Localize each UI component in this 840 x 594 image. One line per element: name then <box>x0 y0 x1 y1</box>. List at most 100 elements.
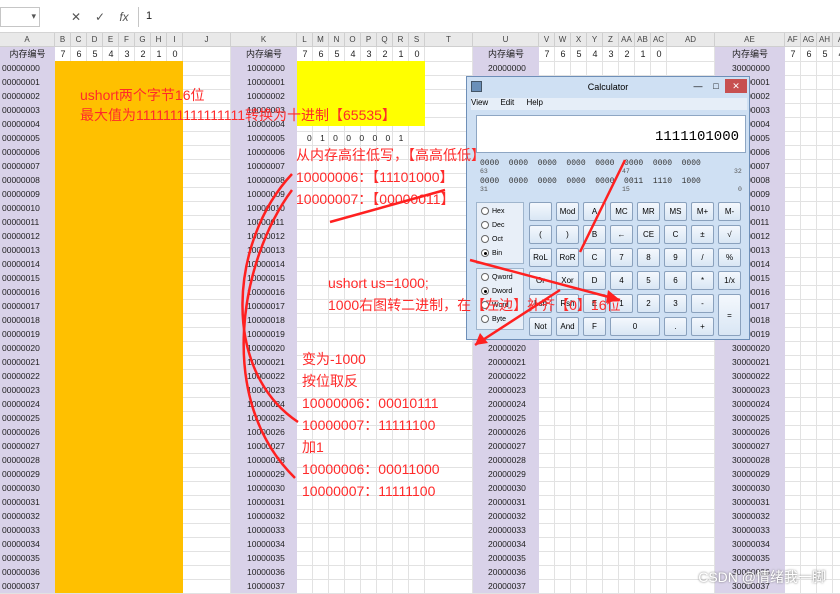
maximize-icon[interactable]: □ <box>707 79 725 93</box>
address-cell[interactable]: 10000000 <box>247 61 285 75</box>
column-header[interactable]: A <box>0 33 55 47</box>
address-cell[interactable]: 10000016 <box>247 285 285 299</box>
address-cell[interactable]: 10000037 <box>247 579 285 593</box>
address-cell[interactable]: 00000017 <box>2 299 40 313</box>
calc-key[interactable]: M- <box>718 202 741 221</box>
address-cell[interactable]: 20000036 <box>488 565 526 579</box>
address-cell[interactable]: 30000032 <box>732 509 770 523</box>
address-cell[interactable]: 00000025 <box>2 411 40 425</box>
calc-key[interactable]: 6 <box>664 271 687 290</box>
calc-key[interactable]: 2 <box>637 294 660 313</box>
address-cell[interactable]: 00000003 <box>2 103 40 117</box>
column-header[interactable]: I <box>167 33 183 47</box>
function-icon[interactable]: fx <box>112 10 136 24</box>
calc-key[interactable]: MC <box>610 202 633 221</box>
address-cell[interactable]: 00000018 <box>2 313 40 327</box>
column-header[interactable]: AE <box>715 33 785 47</box>
address-cell[interactable]: 00000030 <box>2 481 40 495</box>
address-cell[interactable]: 30000034 <box>732 537 770 551</box>
column-header[interactable]: AD <box>667 33 715 47</box>
address-cell[interactable]: 10000015 <box>247 271 285 285</box>
column-header[interactable]: S <box>409 33 425 47</box>
address-cell[interactable]: 00000020 <box>2 341 40 355</box>
calc-key[interactable]: C <box>664 225 687 244</box>
address-cell[interactable]: 00000005 <box>2 131 40 145</box>
address-cell[interactable]: 00000004 <box>2 117 40 131</box>
calc-key[interactable]: Xor <box>556 271 579 290</box>
address-cell[interactable]: 10000027 <box>247 439 285 453</box>
address-cell[interactable]: 10000009 <box>247 187 285 201</box>
address-cell[interactable]: 10000034 <box>247 537 285 551</box>
address-cell[interactable]: 10000007 <box>247 159 285 173</box>
calc-key[interactable]: ( <box>529 225 552 244</box>
address-cell[interactable]: 10000014 <box>247 257 285 271</box>
column-header[interactable]: K <box>231 33 297 47</box>
calc-key[interactable]: A <box>583 202 606 221</box>
address-cell[interactable]: 20000000 <box>488 61 526 75</box>
formula-input[interactable]: 1 <box>142 7 840 27</box>
address-cell[interactable]: 10000005 <box>247 131 285 145</box>
address-cell[interactable]: 10000025 <box>247 411 285 425</box>
address-cell[interactable]: 20000020 <box>488 341 526 355</box>
address-cell[interactable]: 00000034 <box>2 537 40 551</box>
radio-bin[interactable]: Bin <box>481 249 502 257</box>
chevron-down-icon[interactable]: ▾ <box>31 11 36 22</box>
calc-key[interactable]: 3 <box>664 294 687 313</box>
address-cell[interactable]: 20000035 <box>488 551 526 565</box>
address-cell[interactable]: 10000033 <box>247 523 285 537</box>
column-header[interactable]: AA <box>619 33 635 47</box>
address-cell[interactable]: 00000027 <box>2 439 40 453</box>
calc-key[interactable]: % <box>718 248 741 267</box>
address-cell[interactable]: 00000023 <box>2 383 40 397</box>
address-cell[interactable]: 00000029 <box>2 467 40 481</box>
column-header[interactable]: R <box>393 33 409 47</box>
address-cell[interactable]: 00000009 <box>2 187 40 201</box>
calc-key[interactable]: . <box>664 317 687 336</box>
column-header[interactable]: AG <box>801 33 817 47</box>
address-cell[interactable]: 20000026 <box>488 425 526 439</box>
column-header[interactable]: V <box>539 33 555 47</box>
address-cell[interactable]: 00000035 <box>2 551 40 565</box>
address-cell[interactable]: 10000001 <box>247 75 285 89</box>
column-header[interactable]: AC <box>651 33 667 47</box>
address-cell[interactable]: 20000033 <box>488 523 526 537</box>
column-header[interactable]: AB <box>635 33 651 47</box>
column-header[interactable]: Y <box>587 33 603 47</box>
address-cell[interactable]: 30000027 <box>732 439 770 453</box>
address-cell[interactable]: 10000020 <box>247 341 285 355</box>
address-cell[interactable]: 30000031 <box>732 495 770 509</box>
address-cell[interactable]: 10000026 <box>247 425 285 439</box>
address-cell[interactable]: 00000022 <box>2 369 40 383</box>
address-cell[interactable]: 10000011 <box>247 215 284 229</box>
calc-key[interactable]: - <box>691 294 714 313</box>
address-cell[interactable]: 10000018 <box>247 313 285 327</box>
calc-key[interactable]: / <box>691 248 714 267</box>
column-header[interactable]: B <box>55 33 71 47</box>
address-cell[interactable]: 00000001 <box>2 75 40 89</box>
address-cell[interactable]: 20000032 <box>488 509 526 523</box>
address-cell[interactable]: 00000006 <box>2 145 40 159</box>
calc-key[interactable]: D <box>583 271 606 290</box>
address-cell[interactable]: 00000013 <box>2 243 40 257</box>
calc-key[interactable]: C <box>583 248 606 267</box>
address-cell[interactable]: 10000035 <box>247 551 285 565</box>
address-cell[interactable]: 00000036 <box>2 565 40 579</box>
address-cell[interactable]: 00000007 <box>2 159 40 173</box>
column-header[interactable]: AF <box>785 33 801 47</box>
calc-key[interactable]: 8 <box>637 248 660 267</box>
address-cell[interactable]: 10000006 <box>247 145 285 159</box>
address-cell[interactable]: 30000020 <box>732 341 770 355</box>
address-cell[interactable]: 20000034 <box>488 537 526 551</box>
calc-key[interactable]: And <box>556 317 579 336</box>
address-cell[interactable]: 30000023 <box>732 383 770 397</box>
column-header[interactable]: D <box>87 33 103 47</box>
address-cell[interactable]: 30000021 <box>732 355 770 369</box>
address-cell[interactable]: 20000029 <box>488 467 526 481</box>
radio-dword[interactable]: Dword <box>481 287 512 295</box>
address-cell[interactable]: 00000002 <box>2 89 40 103</box>
address-cell[interactable]: 10000010 <box>247 201 285 215</box>
column-header[interactable]: G <box>135 33 151 47</box>
calc-key[interactable]: 7 <box>610 248 633 267</box>
calc-key[interactable]: M+ <box>691 202 714 221</box>
address-cell[interactable]: 30000033 <box>732 523 770 537</box>
